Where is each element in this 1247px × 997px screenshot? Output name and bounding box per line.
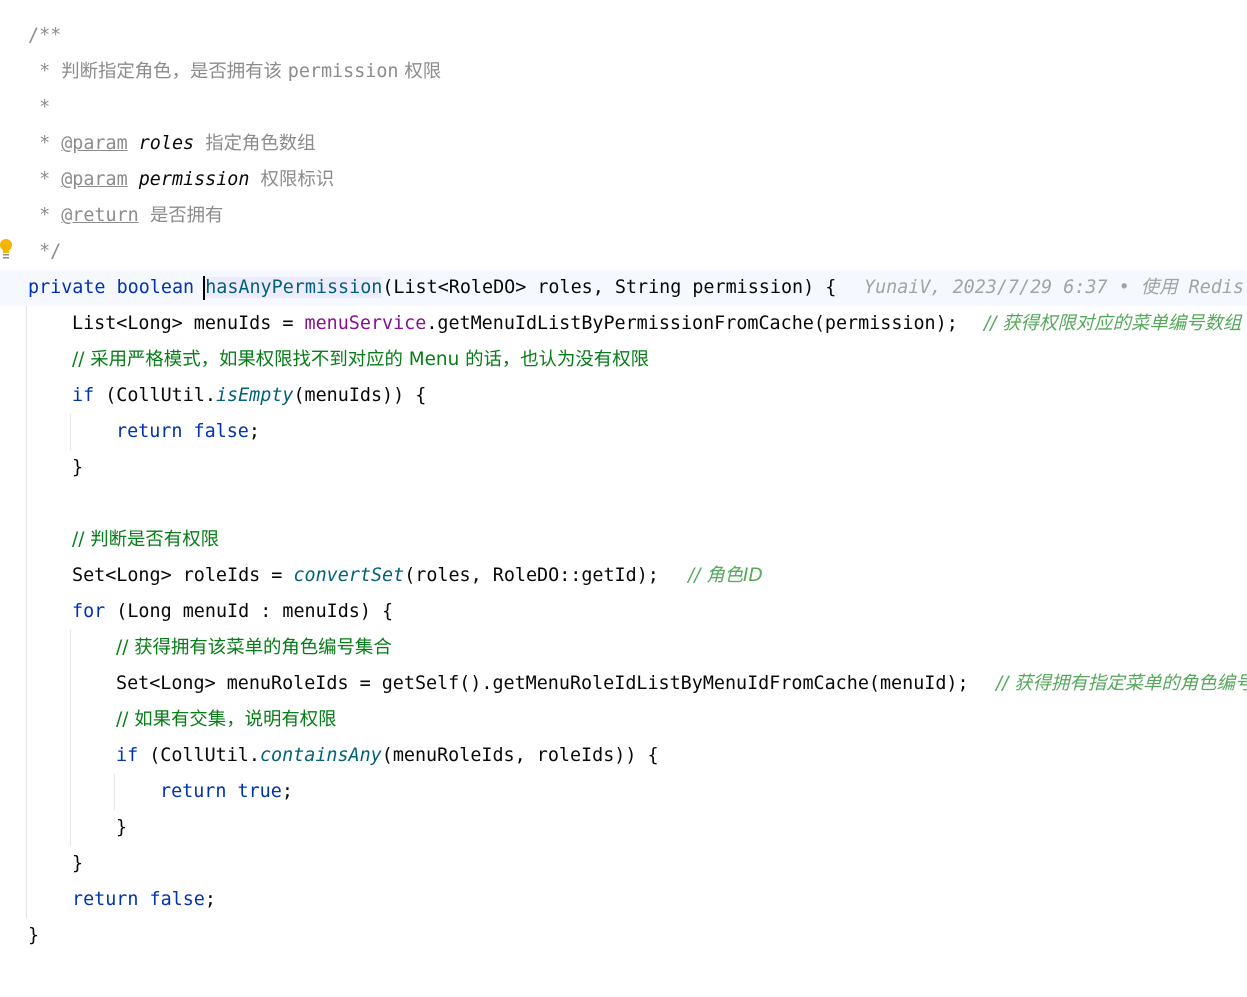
static-method-convertSet[interactable]: convertSet (293, 565, 404, 586)
code-line: if (CollUtil.isEmpty(menuIds)) { (0, 378, 1247, 414)
doc-star: * (28, 169, 62, 190)
doc-param-tag[interactable]: @param (61, 169, 127, 190)
code-line: * 判断指定角色，是否拥有该 permission 权限 (0, 54, 1247, 90)
line-comment: // 获得拥有该菜单的角色编号集合 (116, 637, 392, 658)
code-line: // 获得拥有该菜单的角色编号集合 (0, 630, 1247, 666)
code-line: return false; (0, 882, 1247, 918)
keyword-for: for (72, 601, 106, 622)
doc-param-tag[interactable]: @param (61, 133, 127, 154)
closing-brace: } (116, 817, 128, 838)
line-comment: // 判断是否有权限 (72, 529, 219, 550)
doc-return-desc: 是否拥有 (149, 205, 224, 226)
keyword-return: return (116, 421, 183, 442)
doc-comment-open: /** (28, 25, 62, 46)
doc-permission-word: permission (287, 61, 399, 82)
method-params: (List<RoleDO> roles, String permission) … (382, 277, 837, 298)
code-line: * @param roles 指定角色数组 (0, 126, 1247, 162)
literal-false: false (149, 889, 205, 910)
code-text: (menuIds)) { (293, 385, 427, 406)
code-line: // 如果有交集，说明有权限 (0, 702, 1247, 738)
code-line: for (Long menuId : menuIds) { (0, 594, 1247, 630)
doc-star: * (28, 97, 51, 118)
static-method-containsAny[interactable]: containsAny (260, 745, 382, 766)
doc-param-name: roles (138, 133, 195, 154)
doc-return-tag[interactable]: @return (61, 205, 139, 226)
field-menuService[interactable]: menuService (305, 313, 427, 334)
text-caret (203, 276, 205, 300)
doc-star: * (28, 133, 62, 154)
semicolon: ; (204, 889, 216, 910)
doc-star: * (28, 61, 62, 82)
code-line: } (0, 846, 1247, 882)
code-text: List<Long> menuIds = (72, 313, 305, 334)
code-line: */ (0, 234, 1247, 270)
code-line: Set<Long> roleIds = convertSet(roles, Ro… (0, 558, 1247, 594)
code-line: List<Long> menuIds = menuService.getMenu… (0, 306, 1247, 342)
code-text: (CollUtil. (94, 385, 216, 406)
closing-brace: } (72, 457, 84, 478)
git-blame-inlay[interactable]: YunaiV, 2023/7/29 6:37 • 使用 Redis (864, 270, 1244, 306)
keyword-return: return (160, 781, 227, 802)
line-comment: // 获得权限对应的菜单编号数组 (984, 313, 1242, 334)
doc-description: 判断指定角色，是否拥有该 (61, 61, 288, 82)
code-text: (menuRoleIds, roleIds)) { (381, 745, 659, 766)
code-text: (CollUtil. (138, 745, 260, 766)
code-line-current: private boolean hasAnyPermission(List<Ro… (0, 270, 1247, 306)
code-line: * @param permission 权限标识 (0, 162, 1247, 198)
semicolon: ; (248, 421, 260, 442)
doc-star: * (28, 205, 62, 226)
line-comment: // 获得拥有指定菜单的角色编号数组 (996, 673, 1247, 694)
keyword-if: if (72, 385, 95, 406)
code-text: .getMenuIdListByPermissionFromCache(perm… (426, 313, 958, 334)
code-line: return true; (0, 774, 1247, 810)
code-text: (Long menuId : menuIds) { (105, 601, 394, 622)
code-line: /** (0, 18, 1247, 54)
code-text: Set<Long> roleIds = (72, 565, 294, 586)
line-comment: // 采用严格模式，如果权限找不到对应的 Menu 的话，也认为没有权限 (72, 349, 649, 370)
code-text: (roles, RoleDO::getId); (404, 565, 659, 586)
code-text: Set<Long> menuRoleIds = getSelf().getMen… (116, 673, 969, 694)
doc-param-name: permission (138, 169, 250, 190)
doc-description-tail: 权限 (398, 61, 442, 82)
code-line: } (0, 918, 1247, 954)
code-line: * @return 是否拥有 (0, 198, 1247, 234)
doc-param-desc: 指定角色数组 (205, 133, 316, 154)
code-editor[interactable]: /** * 判断指定角色，是否拥有该 permission 权限 * * @pa… (0, 0, 1247, 997)
code-line: * (0, 90, 1247, 126)
literal-true: true (237, 781, 282, 802)
keyword-if: if (116, 745, 139, 766)
code-line: } (0, 810, 1247, 846)
semicolon: ; (281, 781, 293, 802)
static-method-isEmpty[interactable]: isEmpty (216, 385, 294, 406)
code-line: } (0, 450, 1247, 486)
code-line: // 采用严格模式，如果权限找不到对应的 Menu 的话，也认为没有权限 (0, 342, 1247, 378)
method-name[interactable]: hasAnyPermission (205, 277, 383, 298)
doc-param-desc: 权限标识 (260, 169, 335, 190)
code-line: // 判断是否有权限 (0, 522, 1247, 558)
closing-brace: } (72, 853, 84, 874)
literal-false: false (193, 421, 249, 442)
code-line: return false; (0, 414, 1247, 450)
keyword-private: private (28, 277, 106, 298)
keyword-boolean: boolean (116, 277, 195, 298)
line-comment: // 角色ID (688, 565, 763, 586)
code-line: Set<Long> menuRoleIds = getSelf().getMen… (0, 666, 1247, 702)
keyword-return: return (72, 889, 139, 910)
doc-comment-close: */ (28, 241, 62, 262)
code-line: if (CollUtil.containsAny(menuRoleIds, ro… (0, 738, 1247, 774)
line-comment: // 如果有交集，说明有权限 (116, 709, 337, 730)
closing-brace: } (28, 925, 40, 946)
